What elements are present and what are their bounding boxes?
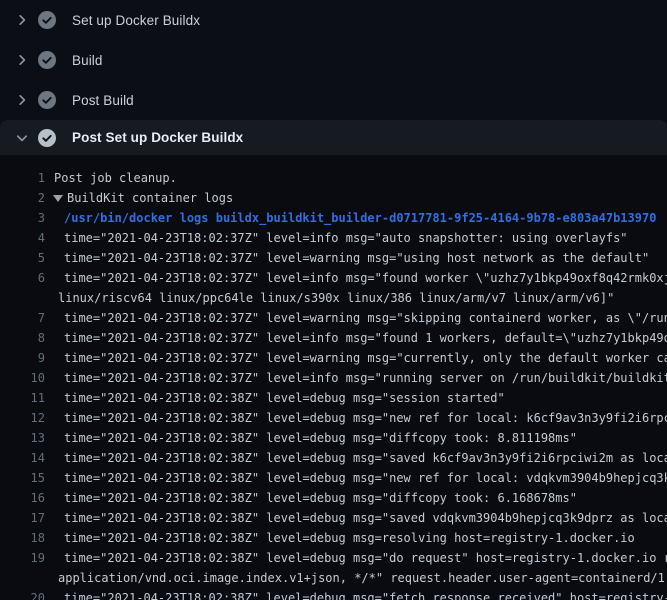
line-number[interactable]: 2 xyxy=(0,188,45,208)
step-post-set-up-docker-buildx[interactable]: Post Set up Docker Buildx xyxy=(0,120,667,155)
log-text: Post job cleanup. xyxy=(54,168,177,188)
line-number[interactable] xyxy=(0,288,45,308)
log-line: 11 time="2021-04-23T18:02:38Z" level=deb… xyxy=(0,388,667,408)
check-circle-icon xyxy=(38,129,56,147)
group-collapse-icon[interactable] xyxy=(53,195,63,202)
log-text: time="2021-04-23T18:02:38Z" level=debug … xyxy=(64,588,667,600)
log-text: application/vnd.oci.image.index.v1+json,… xyxy=(58,568,667,588)
log-line: 12 time="2021-04-23T18:02:38Z" level=deb… xyxy=(0,408,667,428)
log-line: 3 /usr/bin/docker logs buildx_buildkit_b… xyxy=(0,208,667,228)
log-text: linux/riscv64 linux/ppc64le linux/s390x … xyxy=(58,288,614,308)
log-text: time="2021-04-23T18:02:37Z" level=info m… xyxy=(64,228,628,248)
line-number[interactable]: 1 xyxy=(0,168,45,188)
line-number[interactable]: 14 xyxy=(0,448,45,468)
log-text: time="2021-04-23T18:02:38Z" level=debug … xyxy=(64,488,577,508)
line-number[interactable]: 9 xyxy=(0,348,45,368)
line-number[interactable]: 6 xyxy=(0,268,45,288)
log-text: time="2021-04-23T18:02:38Z" level=debug … xyxy=(64,448,667,468)
step-label: Post Set up Docker Buildx xyxy=(72,130,243,145)
log-line: 17 time="2021-04-23T18:02:38Z" level=deb… xyxy=(0,508,667,528)
log-line: 18 time="2021-04-23T18:02:38Z" level=deb… xyxy=(0,528,667,548)
line-number[interactable]: 15 xyxy=(0,468,45,488)
line-number[interactable]: 11 xyxy=(0,388,45,408)
log-text: time="2021-04-23T18:02:38Z" level=debug … xyxy=(64,508,667,528)
step-post-build[interactable]: Post Build xyxy=(0,80,667,120)
line-number[interactable]: 18 xyxy=(0,528,45,548)
log-text: time="2021-04-23T18:02:38Z" level=debug … xyxy=(64,408,667,428)
line-number[interactable]: 16 xyxy=(0,488,45,508)
log-line: 15 time="2021-04-23T18:02:38Z" level=deb… xyxy=(0,468,667,488)
log-line: 4 time="2021-04-23T18:02:37Z" level=info… xyxy=(0,228,667,248)
log-line: 7 time="2021-04-23T18:02:37Z" level=warn… xyxy=(0,308,667,328)
log-line: 9 time="2021-04-23T18:02:37Z" level=warn… xyxy=(0,348,667,368)
line-number[interactable]: 3 xyxy=(0,208,45,228)
log-text: BuildKit container logs xyxy=(67,188,233,208)
log-text: time="2021-04-23T18:02:37Z" level=warnin… xyxy=(64,348,667,368)
check-circle-icon xyxy=(38,51,56,69)
log-line: 2 BuildKit container logs xyxy=(0,188,667,208)
check-circle-icon xyxy=(38,11,56,29)
step-build[interactable]: Build xyxy=(0,40,667,80)
log-line: linux/riscv64 linux/ppc64le linux/s390x … xyxy=(0,288,667,308)
line-number[interactable]: 8 xyxy=(0,328,45,348)
log-text: time="2021-04-23T18:02:37Z" level=warnin… xyxy=(64,308,667,328)
log-text: time="2021-04-23T18:02:37Z" level=info m… xyxy=(64,268,667,288)
chevron-down-icon xyxy=(14,130,30,146)
line-number[interactable]: 10 xyxy=(0,368,45,388)
log-line: 20 time="2021-04-23T18:02:38Z" level=deb… xyxy=(0,588,667,600)
log-text: time="2021-04-23T18:02:38Z" level=debug … xyxy=(64,388,505,408)
step-list: Set up Docker Buildx Build Post Build Po… xyxy=(0,0,667,155)
log-line: 13 time="2021-04-23T18:02:38Z" level=deb… xyxy=(0,428,667,448)
log-text: time="2021-04-23T18:02:38Z" level=debug … xyxy=(64,428,577,448)
chevron-right-icon xyxy=(14,92,30,108)
log-text: time="2021-04-23T18:02:37Z" level=warnin… xyxy=(64,248,649,268)
line-number[interactable]: 7 xyxy=(0,308,45,328)
log-text: time="2021-04-23T18:02:38Z" level=debug … xyxy=(64,548,667,568)
line-number[interactable]: 4 xyxy=(0,228,45,248)
line-number[interactable]: 12 xyxy=(0,408,45,428)
log-text: time="2021-04-23T18:02:37Z" level=info m… xyxy=(64,328,667,348)
line-number[interactable]: 5 xyxy=(0,248,45,268)
chevron-right-icon xyxy=(14,52,30,68)
step-label: Build xyxy=(72,53,103,68)
step-set-up-docker-buildx[interactable]: Set up Docker Buildx xyxy=(0,0,667,40)
line-number[interactable]: 19 xyxy=(0,548,45,568)
log-text: /usr/bin/docker logs buildx_buildkit_bui… xyxy=(64,208,656,228)
log-pane[interactable]: 1 Post job cleanup. 2 BuildKit container… xyxy=(0,155,667,600)
chevron-right-icon xyxy=(14,12,30,28)
log-line: 6 time="2021-04-23T18:02:37Z" level=info… xyxy=(0,268,667,288)
log-line: 8 time="2021-04-23T18:02:37Z" level=info… xyxy=(0,328,667,348)
line-number[interactable]: 20 xyxy=(0,588,45,600)
step-label: Post Build xyxy=(72,93,134,108)
line-number[interactable]: 17 xyxy=(0,508,45,528)
log-line: 5 time="2021-04-23T18:02:37Z" level=warn… xyxy=(0,248,667,268)
actions-log-viewer: Set up Docker Buildx Build Post Build Po… xyxy=(0,0,667,600)
log-line: 1 Post job cleanup. xyxy=(0,168,667,188)
log-text: time="2021-04-23T18:02:37Z" level=info m… xyxy=(64,368,667,388)
log-line: 19 time="2021-04-23T18:02:38Z" level=deb… xyxy=(0,548,667,568)
log-line: application/vnd.oci.image.index.v1+json,… xyxy=(0,568,667,588)
log-line: 16 time="2021-04-23T18:02:38Z" level=deb… xyxy=(0,488,667,508)
log-text: time="2021-04-23T18:02:38Z" level=debug … xyxy=(64,468,667,488)
line-number[interactable]: 13 xyxy=(0,428,45,448)
step-label: Set up Docker Buildx xyxy=(72,13,200,28)
line-number[interactable] xyxy=(0,568,45,588)
log-line: 10 time="2021-04-23T18:02:37Z" level=inf… xyxy=(0,368,667,388)
check-circle-icon xyxy=(38,91,56,109)
log-text: time="2021-04-23T18:02:38Z" level=debug … xyxy=(64,528,635,548)
log-line: 14 time="2021-04-23T18:02:38Z" level=deb… xyxy=(0,448,667,468)
